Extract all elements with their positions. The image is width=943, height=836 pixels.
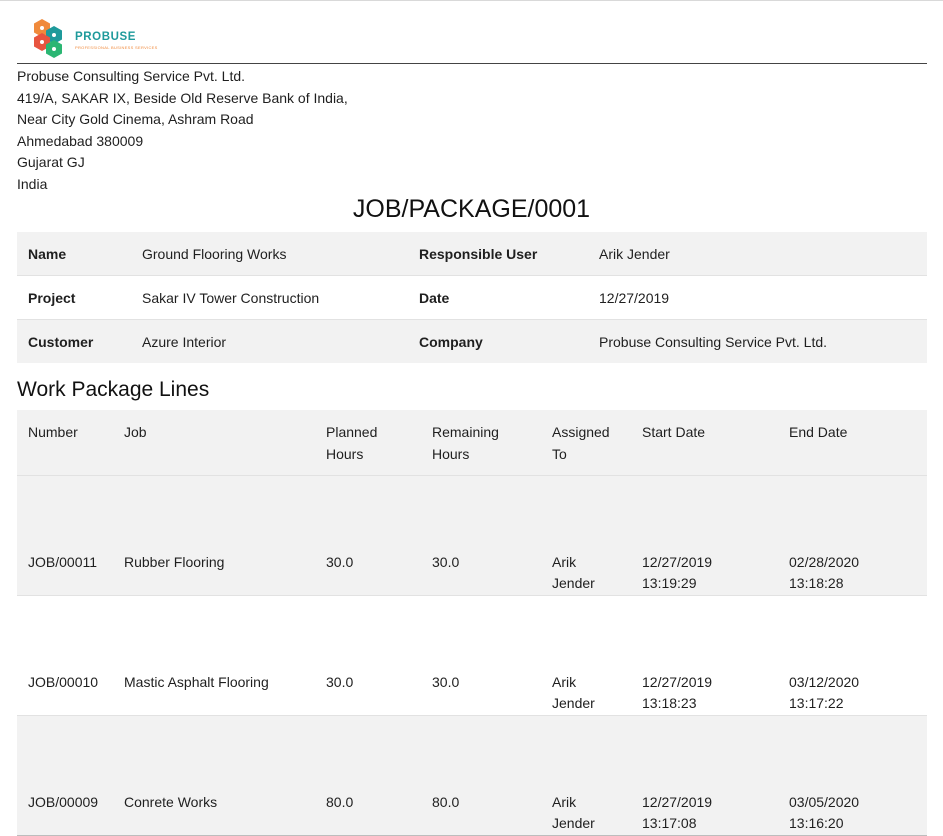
work-package-lines-table: Number Job Planned Hours Remaining Hours A… — [17, 410, 927, 836]
column-header-number: Number — [17, 410, 113, 475]
cell-number: JOB/00011 — [17, 474, 113, 595]
cell-assigned-to: Arik Jender — [541, 714, 631, 836]
name-value: Ground Flooring Works — [131, 232, 408, 276]
table-row: JOB/00010 Mastic Asphalt Flooring 30.0 3… — [17, 594, 927, 715]
responsible-user-value: Arik Jender — [588, 232, 927, 276]
company-address: Probuse Consulting Service Pvt. Ltd. 419… — [17, 66, 348, 195]
company-label: Company — [408, 319, 588, 363]
address-line: 419/A, SAKAR IX, Beside Old Reserve Bank… — [17, 89, 348, 106]
address-line: Near City Gold Cinema, Ashram Road — [17, 111, 254, 127]
column-header-remaining-hours: Remaining Hours — [421, 410, 541, 475]
project-value: Sakar IV Tower Construction — [131, 275, 408, 320]
responsible-user-label: Responsible User — [408, 232, 588, 276]
column-header-job: Job — [113, 410, 315, 475]
cell-start-date: 12/27/2019 13:17:08 — [631, 714, 778, 836]
cell-start-date: 12/27/2019 13:18:23 — [631, 594, 778, 715]
cell-start-date: 12/27/2019 13:19:29 — [631, 474, 778, 595]
customer-label: Customer — [17, 319, 131, 363]
company-logo: PROBUSE PROFESSIONAL BUSINESS SERVICES — [31, 17, 157, 61]
header-divider — [17, 63, 927, 64]
project-label: Project — [17, 275, 131, 320]
column-header-end-date: End Date — [778, 410, 927, 475]
info-row: Name Ground Flooring Works Responsible U… — [17, 232, 927, 276]
section-title: Work Package Lines — [17, 378, 210, 401]
address-line: Ahmedabad 380009 — [17, 132, 144, 149]
column-header-planned-hours: Planned Hours — [315, 410, 421, 475]
table-header-row: Number Job Planned Hours Remaining Hours A… — [17, 410, 927, 475]
info-row: Customer Azure Interior Company Probuse … — [17, 319, 927, 363]
address-line: Probuse Consulting Service Pvt. Ltd. — [17, 68, 246, 84]
logo-tagline: PROFESSIONAL BUSINESS SERVICES — [75, 45, 158, 50]
cell-job: Conrete Works — [113, 714, 315, 836]
cell-number: JOB/00009 — [17, 714, 113, 836]
company-value: Probuse Consulting Service Pvt. Ltd. — [588, 319, 927, 363]
cell-end-date: 03/12/2020 13:17:22 — [778, 594, 927, 715]
address-line: India — [17, 175, 48, 192]
cell-end-date: 02/28/2020 13:18:28 — [778, 474, 927, 595]
cell-remaining-hours: 30.0 — [421, 474, 541, 595]
cell-assigned-to: Arik Jender — [541, 474, 631, 595]
date-value: 12/27/2019 — [588, 275, 927, 320]
name-label: Name — [17, 232, 131, 276]
package-info-table: Name Ground Flooring Works Responsible U… — [17, 232, 927, 363]
cell-job: Rubber Flooring — [113, 474, 315, 595]
column-header-assigned-to: Assigned To — [541, 410, 631, 475]
report-page: PROBUSE PROFESSIONAL BUSINESS SERVICES P… — [0, 1, 943, 836]
hexagon-logo-icon — [34, 19, 62, 58]
cell-planned-hours: 80.0 — [315, 714, 421, 836]
document-title: JOB/PACKAGE/0001 — [352, 195, 591, 223]
logo-wordmark: PROBUSE — [75, 31, 137, 43]
cell-remaining-hours: 30.0 — [421, 594, 541, 715]
cell-end-date: 03/05/2020 13:16:20 — [778, 714, 927, 836]
cell-job: Mastic Asphalt Flooring — [113, 594, 315, 715]
cell-assigned-to: Arik Jender — [541, 594, 631, 715]
table-row: JOB/00011 Rubber Flooring 30.0 30.0 Arik… — [17, 474, 927, 595]
date-label: Date — [408, 275, 588, 320]
cell-planned-hours: 30.0 — [315, 594, 421, 715]
cell-number: JOB/00010 — [17, 594, 113, 715]
info-row: Project Sakar IV Tower Construction Date… — [17, 275, 927, 320]
table-row: JOB/00009 Conrete Works 80.0 80.0 Arik Je… — [17, 714, 927, 836]
column-header-start-date: Start Date — [631, 410, 778, 475]
cell-planned-hours: 30.0 — [315, 474, 421, 595]
cell-remaining-hours: 80.0 — [421, 714, 541, 836]
address-line: Gujarat GJ — [17, 154, 85, 170]
customer-value: Azure Interior — [131, 319, 408, 363]
